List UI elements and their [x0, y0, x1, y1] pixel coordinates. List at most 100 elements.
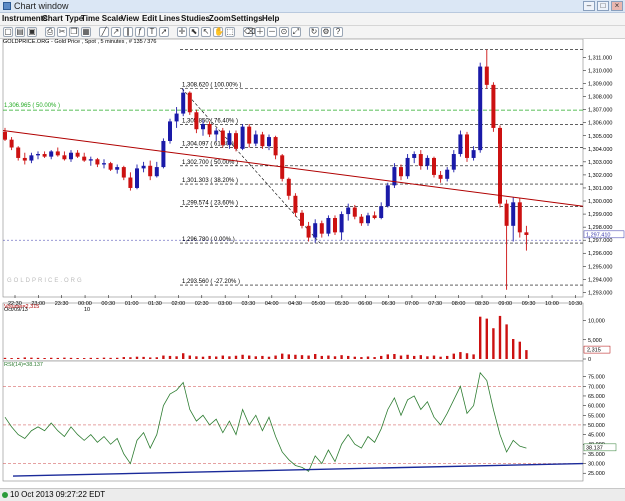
price-candle	[260, 134, 265, 147]
print-icon[interactable]: ⎙	[45, 27, 55, 37]
menu-time-scale[interactable]: Time Scale	[81, 13, 123, 25]
arrow-icon[interactable]: ➚	[159, 27, 169, 37]
hand-icon[interactable]: ✋	[213, 27, 224, 37]
price-candle	[451, 154, 456, 170]
trendline-icon[interactable]: ↗	[111, 27, 121, 37]
menu-view[interactable]: View	[121, 13, 139, 25]
price-tick-label: 1,305.000	[588, 134, 612, 140]
volume-bar	[248, 355, 251, 359]
price-candle	[135, 168, 139, 188]
volume-bar	[353, 356, 356, 359]
price-candle	[458, 134, 463, 155]
menu-instruments[interactable]: Instruments	[2, 13, 48, 25]
draw-line-icon[interactable]: ╱	[99, 27, 109, 37]
window-title: Chart window	[14, 1, 69, 11]
time-tick-label: 02:30	[195, 301, 209, 307]
volume-bar	[465, 353, 469, 359]
new-chart-icon[interactable]: ▢	[3, 27, 13, 37]
rsi-tick-label: 60.000	[588, 404, 605, 410]
app-icon	[3, 2, 11, 10]
crosshair-icon[interactable]: ✛	[177, 27, 187, 37]
eraser-icon[interactable]: ⌫	[243, 27, 255, 37]
price-candle	[445, 169, 450, 179]
volume-bar	[281, 353, 284, 359]
zoom-reset-icon[interactable]: ⊙	[279, 27, 289, 37]
open-icon[interactable]: ▤	[15, 27, 25, 37]
channel-icon[interactable]: ∥	[123, 27, 133, 37]
price-tick-label: 1,303.000	[588, 160, 612, 166]
volume-bar	[366, 356, 370, 359]
maximize-icon[interactable]: □	[597, 1, 609, 11]
chart-area[interactable]: GOLDPRICE.ORG - Gold Price , Spot , 5 mi…	[0, 38, 625, 487]
close-icon[interactable]: ×	[611, 1, 623, 11]
volume-tick-label: 5,000	[588, 338, 602, 344]
zoom-fit-icon[interactable]: ⤢	[291, 27, 301, 37]
text-tool-icon[interactable]: T	[147, 27, 157, 37]
zoom-out-icon[interactable]: －	[267, 27, 277, 37]
time-tick-label: 23:30	[55, 301, 69, 307]
watermark: GOLDPRICE.ORG	[7, 278, 84, 284]
menu-lines[interactable]: Lines	[159, 13, 180, 25]
price-candle	[300, 212, 304, 226]
minimize-icon[interactable]: –	[583, 1, 595, 11]
select-icon[interactable]: ⬚	[225, 27, 235, 37]
volume-bar	[340, 355, 343, 359]
price-candle	[346, 207, 351, 215]
price-candle	[62, 155, 67, 160]
menu-settings[interactable]: Settings	[231, 13, 263, 25]
price-candle	[128, 177, 133, 188]
time-tick-label: 03:00	[218, 301, 232, 307]
menu-studies[interactable]: Studies	[181, 13, 210, 25]
price-candle	[491, 84, 496, 128]
chart-header: GOLDPRICE.ORG - Gold Price , Spot , 5 mi…	[3, 39, 156, 45]
price-candle	[359, 216, 364, 224]
price-candle	[333, 217, 337, 233]
price-tick-label: 1,297.000	[588, 238, 612, 244]
menu-edit[interactable]: Edit	[142, 13, 157, 25]
volume-bar	[472, 354, 475, 359]
time-tick-label: 05:00	[312, 301, 326, 307]
price-tick-label: 1,308.000	[588, 95, 612, 101]
pointer-icon[interactable]: ↖	[201, 27, 211, 37]
help-icon[interactable]: ?	[333, 27, 343, 37]
volume-bar	[83, 358, 86, 359]
price-candle	[22, 157, 27, 161]
chart-canvas[interactable]: GOLDPRICE.ORG - Gold Price , Spot , 5 mi…	[0, 38, 625, 487]
volume-bar	[195, 356, 198, 359]
price-candle	[465, 134, 469, 158]
settings-icon[interactable]: ⚙	[321, 27, 331, 37]
price-candle	[88, 159, 93, 161]
paste-icon[interactable]: ▦	[81, 27, 91, 37]
volume-bar	[122, 357, 125, 359]
zoom-in-icon[interactable]: ＋	[255, 27, 265, 37]
time-tick-label: 06:30	[382, 301, 396, 307]
cursor-icon[interactable]: ⬉	[189, 27, 199, 37]
volume-bar	[23, 357, 26, 359]
time-tick-label: 07:30	[428, 301, 442, 307]
copy-icon[interactable]: ❐	[69, 27, 79, 37]
price-candle	[148, 165, 153, 177]
menu-help[interactable]: Help	[262, 13, 279, 25]
save-icon[interactable]: ▣	[27, 27, 37, 37]
time-tick-label: 08:30	[475, 301, 489, 307]
volume-bar	[505, 324, 508, 359]
price-candle	[498, 127, 502, 204]
volume-bar	[215, 356, 218, 359]
status-bar: 10 Oct 2013 09:27:22 EDT	[0, 488, 625, 501]
price-candle	[108, 163, 113, 170]
volume-bar	[17, 357, 20, 359]
volume-bar	[96, 357, 99, 359]
menu-chart-type[interactable]: Chart Type	[42, 13, 83, 25]
refresh-icon[interactable]: ↻	[309, 27, 319, 37]
rsi-label: RSI(14)=38.137	[4, 362, 43, 368]
rsi-tick-label: 75.000	[588, 375, 605, 381]
price-candle	[385, 185, 390, 207]
fibonacci-icon[interactable]: ƒ	[135, 27, 145, 37]
rsi-last-label: 38.137	[586, 445, 603, 451]
volume-bar	[479, 316, 482, 359]
cut-icon[interactable]: ✂	[57, 27, 67, 37]
menu-zoom[interactable]: Zoom	[209, 13, 231, 25]
volume-bar	[439, 356, 442, 359]
volume-bar	[241, 354, 244, 359]
volume-bar	[36, 357, 40, 359]
